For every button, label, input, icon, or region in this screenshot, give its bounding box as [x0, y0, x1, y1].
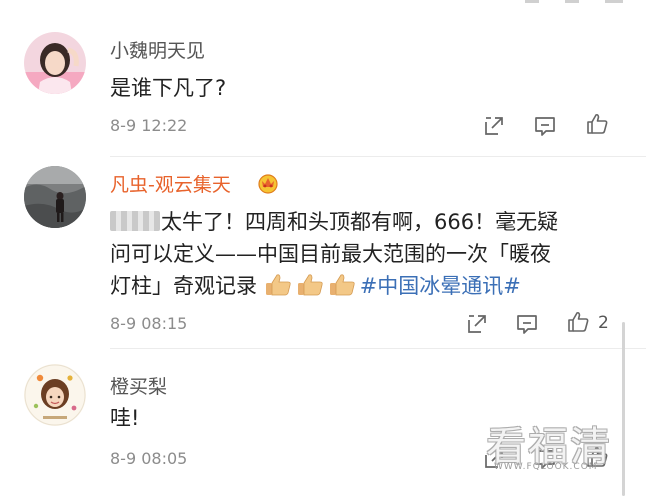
username[interactable]: 橙买梨	[110, 372, 167, 399]
timestamp: 8-9 12:22	[110, 116, 188, 135]
comment-icon[interactable]	[533, 447, 557, 471]
crown-badge-icon	[258, 174, 278, 194]
comment-text-line: 是谁下凡了?	[110, 76, 227, 100]
comment-item: 小魏明天见 是谁下凡了? 8-9 12:22	[0, 26, 646, 156]
thumbs-up-icon[interactable]	[585, 112, 609, 136]
avatar[interactable]	[24, 364, 86, 426]
comment-text-line: 哇!	[110, 406, 140, 430]
thumbs-up-icon[interactable]	[566, 310, 590, 334]
comment-text: 太牛了！四周和头顶都有啊，666！毫无疑 问可以定义——中国目前最大范围的一次「…	[110, 206, 615, 302]
username[interactable]: 小魏明天见	[110, 36, 205, 63]
comment-text: 是谁下凡了?	[110, 72, 615, 104]
avatar[interactable]	[24, 32, 86, 94]
comment-item: 橙买梨 哇! 8-9 08:05	[0, 350, 646, 496]
thumbs-up-emoji	[265, 274, 291, 296]
divider	[110, 348, 646, 349]
comment-text-line: 太牛了！四周和头顶都有啊，666！毫无疑	[161, 210, 559, 234]
comment-text: 哇!	[110, 402, 615, 434]
comment-text-line: 问可以定义——中国目前最大范围的一次「暖夜	[110, 242, 551, 266]
thumbs-up-emoji	[329, 274, 355, 296]
like-count: 2	[598, 313, 609, 333]
share-icon[interactable]	[482, 114, 506, 138]
comment-item: 凡虫-观云集天 太牛了！四周和头顶都有啊，666！毫无疑 问可以定义——中国目前…	[0, 160, 646, 348]
comment-text-line: 灯柱」奇观记录	[110, 274, 257, 298]
divider	[110, 156, 646, 157]
scrollbar[interactable]	[622, 322, 625, 496]
timestamp: 8-9 08:15	[110, 314, 188, 333]
avatar[interactable]	[24, 166, 86, 228]
share-icon[interactable]	[465, 312, 489, 336]
top-action-bar-remnant	[525, 0, 623, 3]
username[interactable]: 凡虫-观云集天	[110, 170, 231, 197]
hashtag-link[interactable]: #中国冰晕通讯#	[360, 274, 521, 298]
thumbs-up-icon[interactable]	[585, 445, 609, 469]
redacted-mention	[110, 211, 160, 231]
comment-icon[interactable]	[515, 312, 539, 336]
timestamp: 8-9 08:05	[110, 449, 188, 468]
share-icon[interactable]	[482, 447, 506, 471]
thumbs-up-emoji	[297, 274, 323, 296]
comment-icon[interactable]	[533, 114, 557, 138]
comment-feed: 小魏明天见 是谁下凡了? 8-9 12:22 凡虫-观云集天 太牛了！四周和头顶…	[0, 0, 646, 496]
